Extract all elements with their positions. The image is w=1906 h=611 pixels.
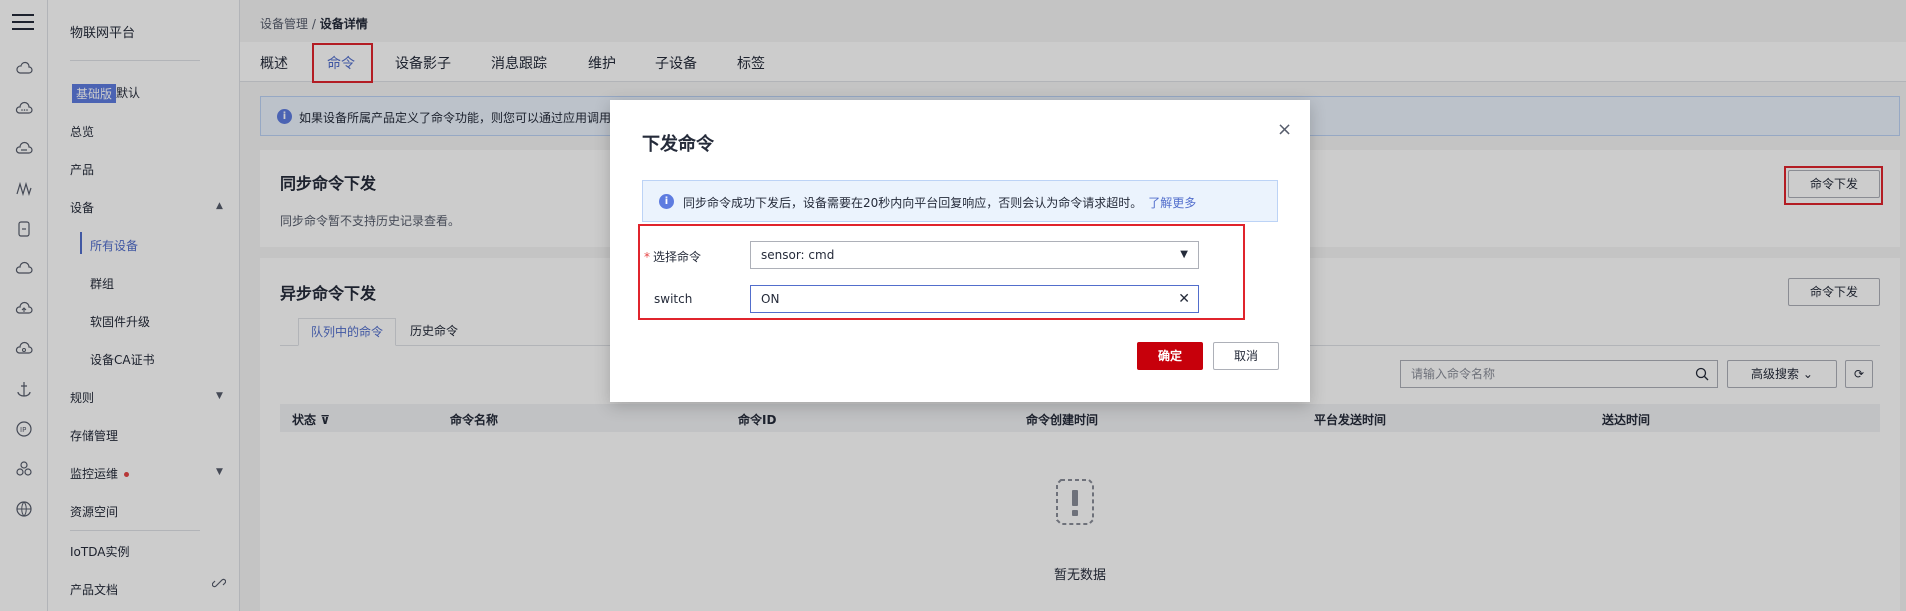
highlight-box bbox=[638, 224, 1245, 320]
learn-more-link[interactable]: 了解更多 bbox=[1148, 196, 1196, 210]
confirm-button[interactable]: 确定 bbox=[1137, 342, 1203, 370]
close-icon[interactable]: × bbox=[1277, 119, 1292, 140]
cancel-button[interactable]: 取消 bbox=[1213, 342, 1279, 370]
dialog-tip-body: 同步命令成功下发后，设备需要在20秒内向平台回复响应，否则会认为命令请求超时。 bbox=[683, 196, 1143, 210]
dialog-title: 下发命令 bbox=[642, 134, 714, 155]
info-icon: i bbox=[659, 194, 674, 209]
dialog-tip: i 同步命令成功下发后，设备需要在20秒内向平台回复响应，否则会认为命令请求超时… bbox=[642, 180, 1278, 222]
dialog-tip-text: 同步命令成功下发后，设备需要在20秒内向平台回复响应，否则会认为命令请求超时。了… bbox=[683, 194, 1196, 211]
